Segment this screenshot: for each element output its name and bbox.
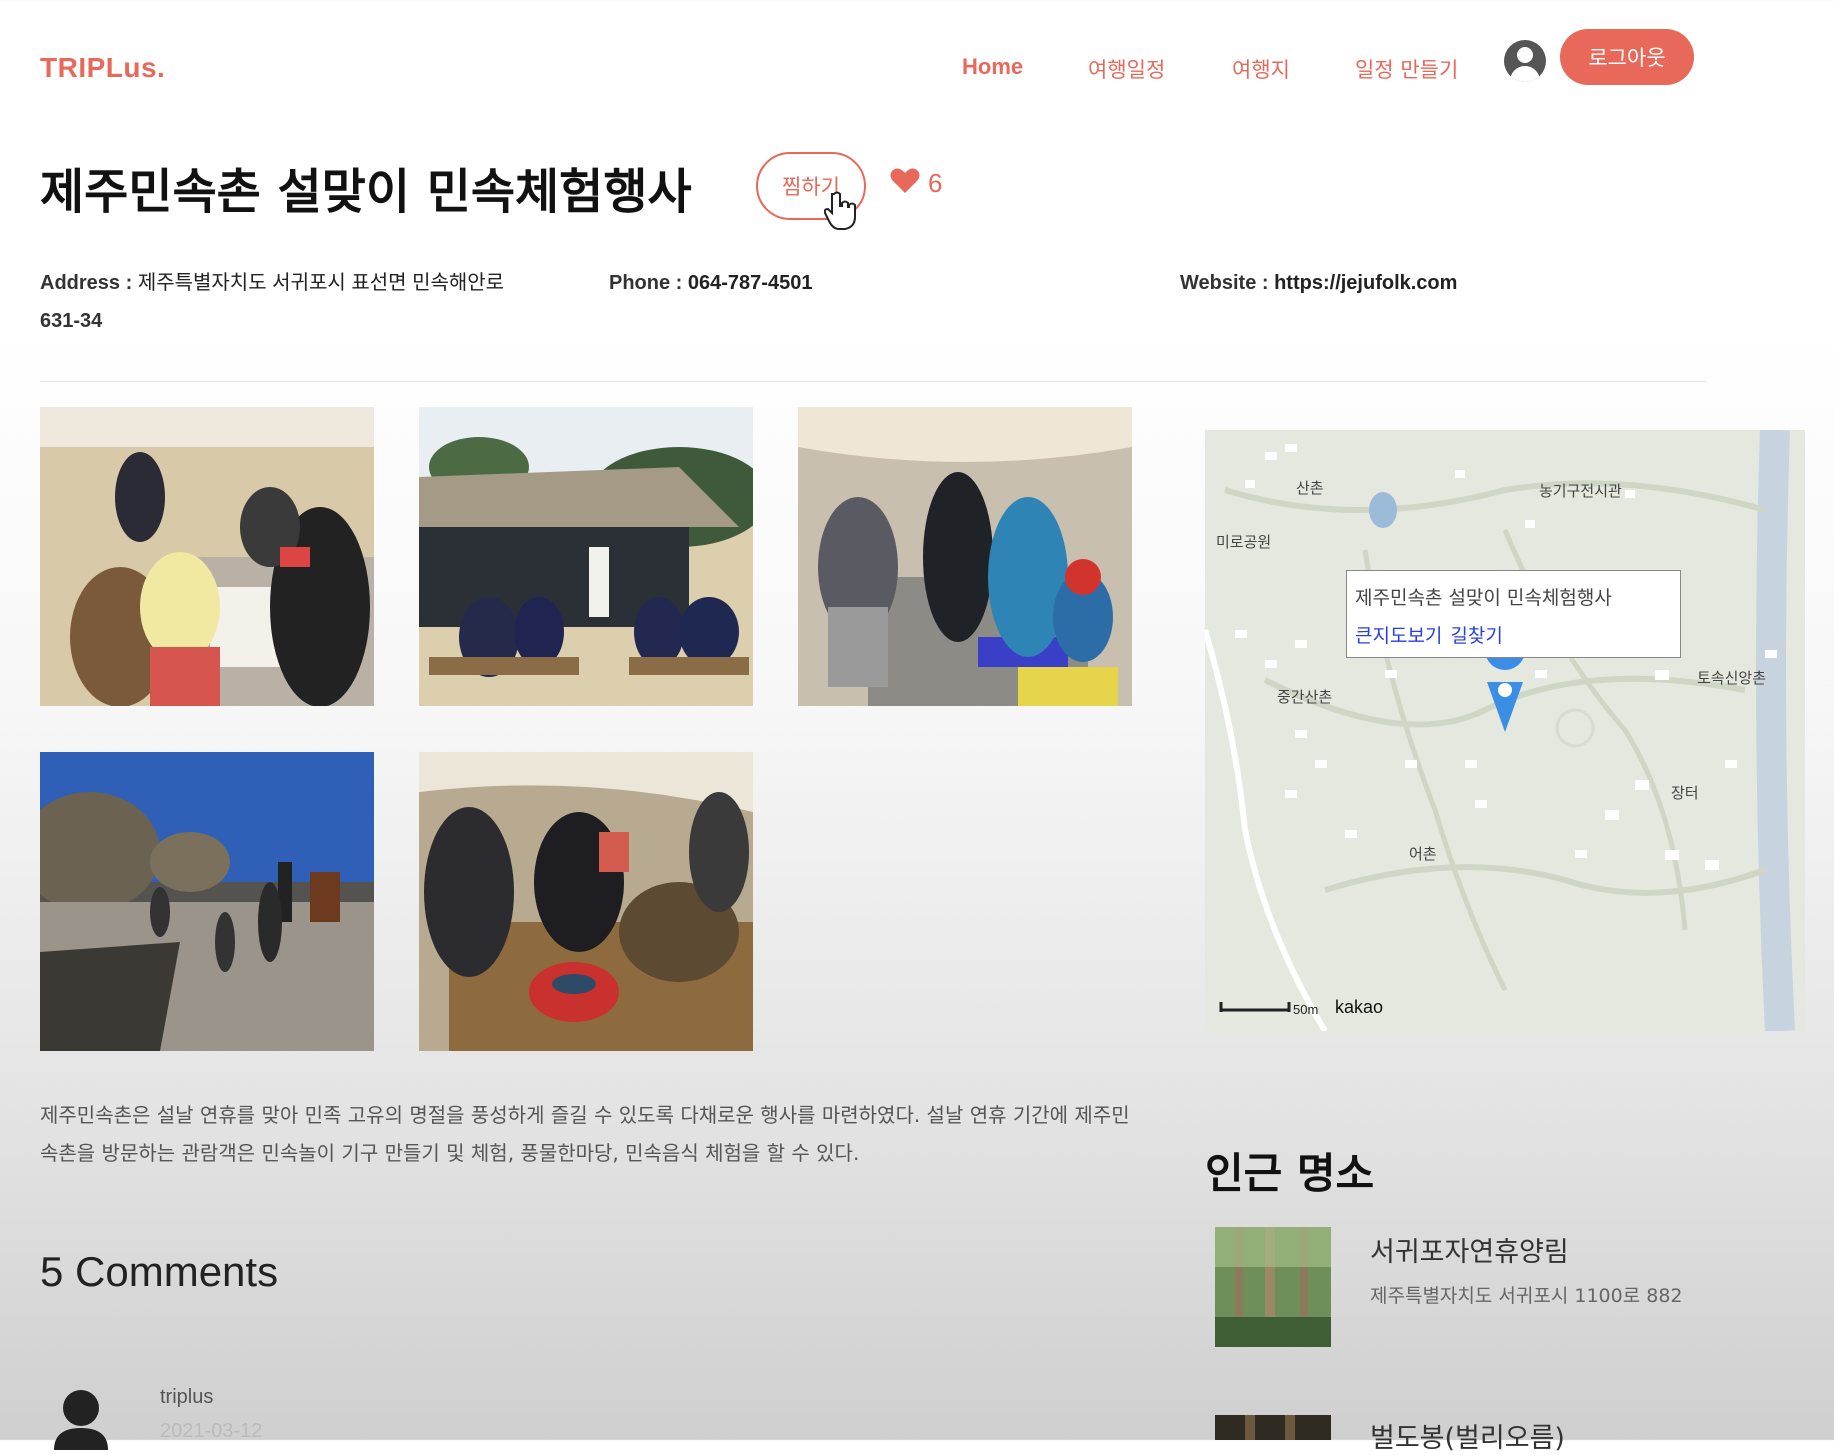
website-link[interactable]: https://jejufolk.com <box>1274 272 1457 294</box>
map-label-folk-belief-village: 토속신앙촌 <box>1697 669 1767 687</box>
divider <box>40 381 1706 382</box>
nearby-item-address-1: 제주특별자치도 서귀포시 1100로 882 <box>1370 1285 1683 1307</box>
comment-author: triplus <box>160 1386 214 1408</box>
nearby-item-name-2[interactable]: 벌도봉(벌리오름) <box>1370 1416 1565 1455</box>
map-label-junggan-sanchon: 중간산촌 <box>1277 688 1333 706</box>
address-value: 제주특별자치도 서귀포시 표선면 민속해안로 <box>137 272 505 294</box>
phone-label: Phone : <box>609 272 688 294</box>
page-title: 제주민속촌 설맞이 민속체험행사 <box>40 164 692 220</box>
map-scale-label: 50m <box>1293 1002 1319 1017</box>
gallery-photo-1[interactable] <box>40 407 374 706</box>
gallery-photo-4[interactable] <box>40 752 374 1051</box>
map-label-sanchon: 산촌 <box>1296 479 1324 497</box>
logout-button[interactable]: 로그아웃 <box>1560 29 1694 85</box>
map-view-large-link[interactable]: 큰지도보기 <box>1355 625 1442 647</box>
nearby-thumb-1[interactable] <box>1215 1227 1331 1347</box>
map-label-farm-tools-hall: 농기구전시관 <box>1539 482 1622 500</box>
address-info: Address : 제주특별자치도 서귀포시 표선면 민속해안로 631-34 <box>40 264 580 340</box>
nearby-item-name-1[interactable]: 서귀포자연휴양림 <box>1370 1230 1569 1269</box>
map-label-market: 장터 <box>1671 784 1699 802</box>
nearby-thumb-2[interactable] <box>1215 1415 1331 1440</box>
map-directions-link[interactable]: 길찾기 <box>1450 625 1502 647</box>
website-label: Website : <box>1180 272 1275 294</box>
map-info-window: 제주민속촌 설맞이 민속체험행사 큰지도보기 길찾기 <box>1346 570 1681 658</box>
user-icon[interactable] <box>1504 40 1546 82</box>
kakao-logo[interactable]: kakao <box>1335 997 1383 1018</box>
address-label: Address : <box>40 272 138 294</box>
site-logo[interactable]: TRIPLus. <box>40 52 165 84</box>
map-canvas <box>1205 430 1805 1031</box>
map-info-title: 제주민속촌 설맞이 민속체험행사 <box>1355 587 1612 609</box>
place-description: 제주민속촌은 설날 연휴를 맞아 민족 고유의 명절을 풍성하게 즐길 수 있도… <box>40 1103 1130 1165</box>
nearby-heading: 인근 명소 <box>1205 1149 1375 1198</box>
heart-icon <box>890 168 920 193</box>
nav-destinations[interactable]: 여행지 <box>1232 54 1290 84</box>
like-count: 6 <box>928 168 943 198</box>
address-value-line2: 631-34 <box>40 310 103 332</box>
hand-cursor-icon <box>824 191 856 230</box>
website-info: Website : https://jejufolk.com <box>1180 264 1457 302</box>
phone-value: 064-787-4501 <box>687 272 813 294</box>
nav-home[interactable]: Home <box>962 54 1023 80</box>
phone-info: Phone : 064-787-4501 <box>609 264 812 302</box>
comments-heading: 5 Comments <box>40 1248 279 1295</box>
comment-avatar-icon <box>54 1390 108 1450</box>
nav-create-schedule[interactable]: 일정 만들기 <box>1355 54 1458 84</box>
map-label-fishing-village: 어촌 <box>1409 845 1437 863</box>
map-label-maze-park: 미로공원 <box>1216 533 1272 551</box>
gallery-photo-2[interactable] <box>419 407 753 706</box>
location-map[interactable]: 산촌 농기구전시관 미로공원 중간산촌 토속신앙촌 장터 어촌 제주민속촌 설맞… <box>1205 430 1805 1031</box>
nav-trip-schedule[interactable]: 여행일정 <box>1088 54 1165 84</box>
gallery-photo-3[interactable] <box>798 407 1132 706</box>
gallery-photo-5[interactable] <box>419 752 753 1051</box>
